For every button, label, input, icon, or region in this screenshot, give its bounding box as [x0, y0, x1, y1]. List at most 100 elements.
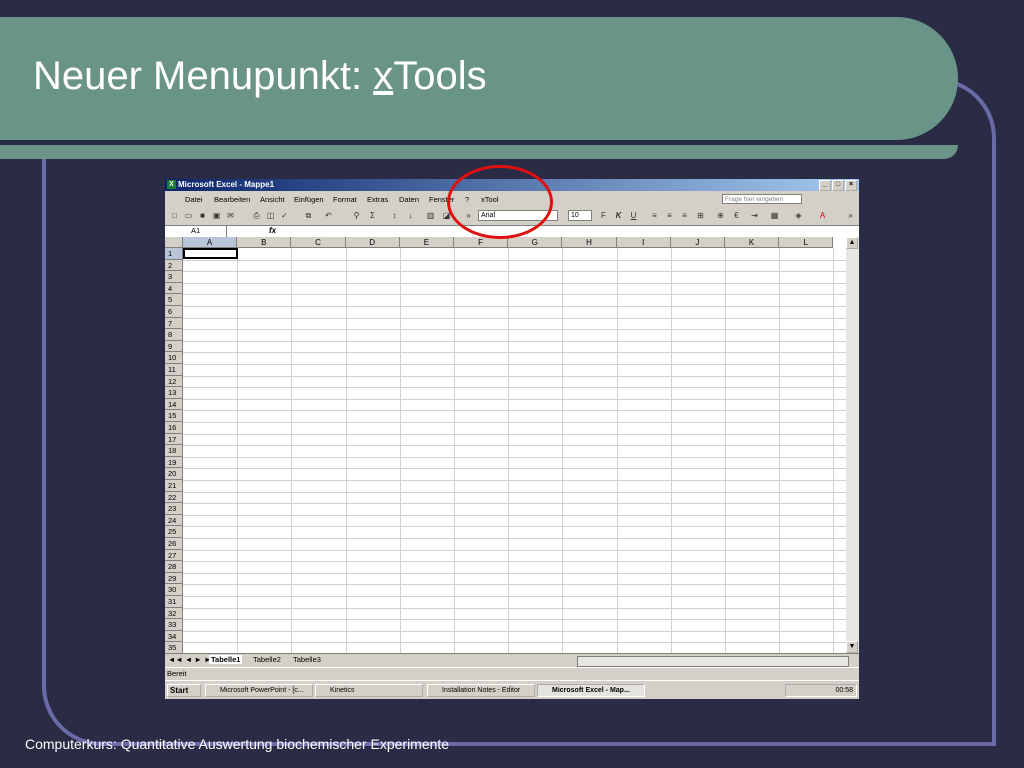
- row-header-18[interactable]: 18: [165, 445, 183, 457]
- preview-icon[interactable]: ◫: [265, 210, 276, 221]
- row-header-27[interactable]: 27: [165, 549, 183, 562]
- indent-icon[interactable]: ⇥: [749, 210, 760, 221]
- sort-az-icon[interactable]: ↓: [405, 210, 416, 221]
- task-excel[interactable]: Microsoft Excel - Map...: [537, 684, 645, 697]
- column-header-k[interactable]: K: [725, 237, 780, 248]
- scroll-up-icon[interactable]: ▲: [846, 237, 858, 249]
- sort-icon[interactable]: ↕: [389, 210, 400, 221]
- column-header-b[interactable]: B: [237, 237, 292, 248]
- row-header-14[interactable]: 14: [165, 398, 183, 411]
- column-header-g[interactable]: G: [508, 237, 563, 248]
- row-header-13[interactable]: 13: [165, 387, 183, 399]
- copy-icon[interactable]: ⧉: [303, 210, 314, 221]
- currency-icon[interactable]: ⊕: [715, 210, 726, 221]
- chart-icon[interactable]: ▥: [425, 210, 436, 221]
- row-header-33[interactable]: 33: [165, 619, 183, 631]
- row-header-31[interactable]: 31: [165, 596, 183, 608]
- row-header-11[interactable]: 11: [165, 364, 183, 376]
- horizontal-scrollbar[interactable]: [577, 656, 849, 667]
- row-header-16[interactable]: 16: [165, 422, 183, 434]
- fx-icon[interactable]: fx: [269, 226, 276, 235]
- row-header-9[interactable]: 9: [165, 340, 183, 353]
- row-header-34[interactable]: 34: [165, 630, 183, 643]
- row-header-21[interactable]: 21: [165, 480, 183, 492]
- menu-format[interactable]: Format: [333, 195, 357, 204]
- maximize-button[interactable]: □: [832, 180, 844, 191]
- print-icon[interactable]: ⎙: [251, 210, 262, 221]
- permission-icon[interactable]: ▣: [211, 210, 222, 221]
- column-header-e[interactable]: E: [399, 237, 454, 248]
- save-icon[interactable]: ■: [197, 210, 208, 221]
- menu-daten[interactable]: Daten: [399, 195, 419, 204]
- row-header-24[interactable]: 24: [165, 514, 183, 527]
- fill-color-icon[interactable]: ◈: [793, 210, 804, 221]
- font-size-box[interactable]: 10: [568, 210, 592, 221]
- toolbar-overflow-icon[interactable]: »: [845, 210, 856, 221]
- row-header-15[interactable]: 15: [165, 410, 183, 422]
- active-cell[interactable]: [183, 248, 238, 259]
- ask-question-box[interactable]: Frage hier eingeben: [722, 194, 802, 204]
- row-header-12[interactable]: 12: [165, 375, 183, 388]
- menu-extras[interactable]: Extras: [367, 195, 388, 204]
- new-icon[interactable]: □: [169, 210, 180, 221]
- column-header-c[interactable]: C: [291, 237, 346, 248]
- row-header-17[interactable]: 17: [165, 433, 183, 446]
- euro-icon[interactable]: €: [731, 210, 742, 221]
- tab-tabelle3[interactable]: Tabelle3: [293, 655, 321, 664]
- hyperlink-icon[interactable]: ⚲: [351, 210, 362, 221]
- row-header-23[interactable]: 23: [165, 503, 183, 515]
- row-header-22[interactable]: 22: [165, 491, 183, 504]
- vertical-scrollbar[interactable]: ▲ ▼: [846, 237, 859, 653]
- minimize-button[interactable]: _: [819, 180, 831, 191]
- menu-datei[interactable]: Datei: [185, 195, 203, 204]
- task-powerpoint[interactable]: Microsoft PowerPoint - [c...: [205, 684, 313, 697]
- tab-tabelle2[interactable]: Tabelle2: [253, 655, 281, 664]
- menu-bearbeiten[interactable]: Bearbeiten: [214, 195, 250, 204]
- row-header-8[interactable]: 8: [165, 329, 183, 341]
- task-editor[interactable]: Installation Notes - Editor: [427, 684, 535, 697]
- row-header-10[interactable]: 10: [165, 352, 183, 364]
- column-header-d[interactable]: D: [345, 237, 400, 248]
- column-header-i[interactable]: I: [616, 237, 671, 248]
- row-header-19[interactable]: 19: [165, 456, 183, 469]
- underline-icon[interactable]: U: [628, 210, 639, 221]
- row-header-1[interactable]: 1: [165, 248, 183, 260]
- bold-icon[interactable]: F: [598, 210, 609, 221]
- column-header-h[interactable]: H: [562, 237, 617, 248]
- italic-icon[interactable]: K: [613, 210, 624, 221]
- align-right-icon[interactable]: ≡: [679, 210, 690, 221]
- start-button[interactable]: Start: [167, 684, 201, 697]
- menu-einfuegen[interactable]: Einfügen: [294, 195, 324, 204]
- name-box[interactable]: A1: [165, 226, 227, 237]
- row-header-32[interactable]: 32: [165, 607, 183, 620]
- row-header-6[interactable]: 6: [165, 306, 183, 318]
- row-header-5[interactable]: 5: [165, 294, 183, 306]
- row-header-28[interactable]: 28: [165, 561, 183, 573]
- row-header-35[interactable]: 35: [165, 642, 183, 653]
- row-header-7[interactable]: 7: [165, 317, 183, 330]
- task-kinetics[interactable]: Kinetics: [315, 684, 423, 697]
- borders-icon[interactable]: ▦: [769, 210, 780, 221]
- row-header-2[interactable]: 2: [165, 259, 183, 272]
- select-all-corner[interactable]: [165, 237, 183, 248]
- email-icon[interactable]: ✉: [225, 210, 236, 221]
- row-header-3[interactable]: 3: [165, 271, 183, 283]
- row-header-25[interactable]: 25: [165, 526, 183, 538]
- row-header-29[interactable]: 29: [165, 572, 183, 585]
- row-header-20[interactable]: 20: [165, 468, 183, 480]
- undo-icon[interactable]: ↶: [323, 210, 334, 221]
- column-header-a[interactable]: A: [183, 237, 238, 248]
- merge-icon[interactable]: ⊞: [695, 210, 706, 221]
- column-header-j[interactable]: J: [670, 237, 725, 248]
- tab-tabelle1[interactable]: Tabelle1: [209, 655, 243, 664]
- align-left-icon[interactable]: ≡: [649, 210, 660, 221]
- close-button[interactable]: ×: [845, 180, 857, 191]
- spelling-icon[interactable]: ✓: [279, 210, 290, 221]
- row-header-26[interactable]: 26: [165, 538, 183, 550]
- open-icon[interactable]: ▭: [183, 210, 194, 221]
- column-header-l[interactable]: L: [779, 237, 834, 248]
- spreadsheet-grid[interactable]: A B C D E F G H I J K L 1 2 3 4 5 6 7 8 9 10 11 12 13 14 15 16 17 18 1…: [165, 237, 846, 653]
- scroll-down-icon[interactable]: ▼: [846, 641, 858, 653]
- row-header-4[interactable]: 4: [165, 282, 183, 295]
- menu-ansicht[interactable]: Ansicht: [260, 195, 285, 204]
